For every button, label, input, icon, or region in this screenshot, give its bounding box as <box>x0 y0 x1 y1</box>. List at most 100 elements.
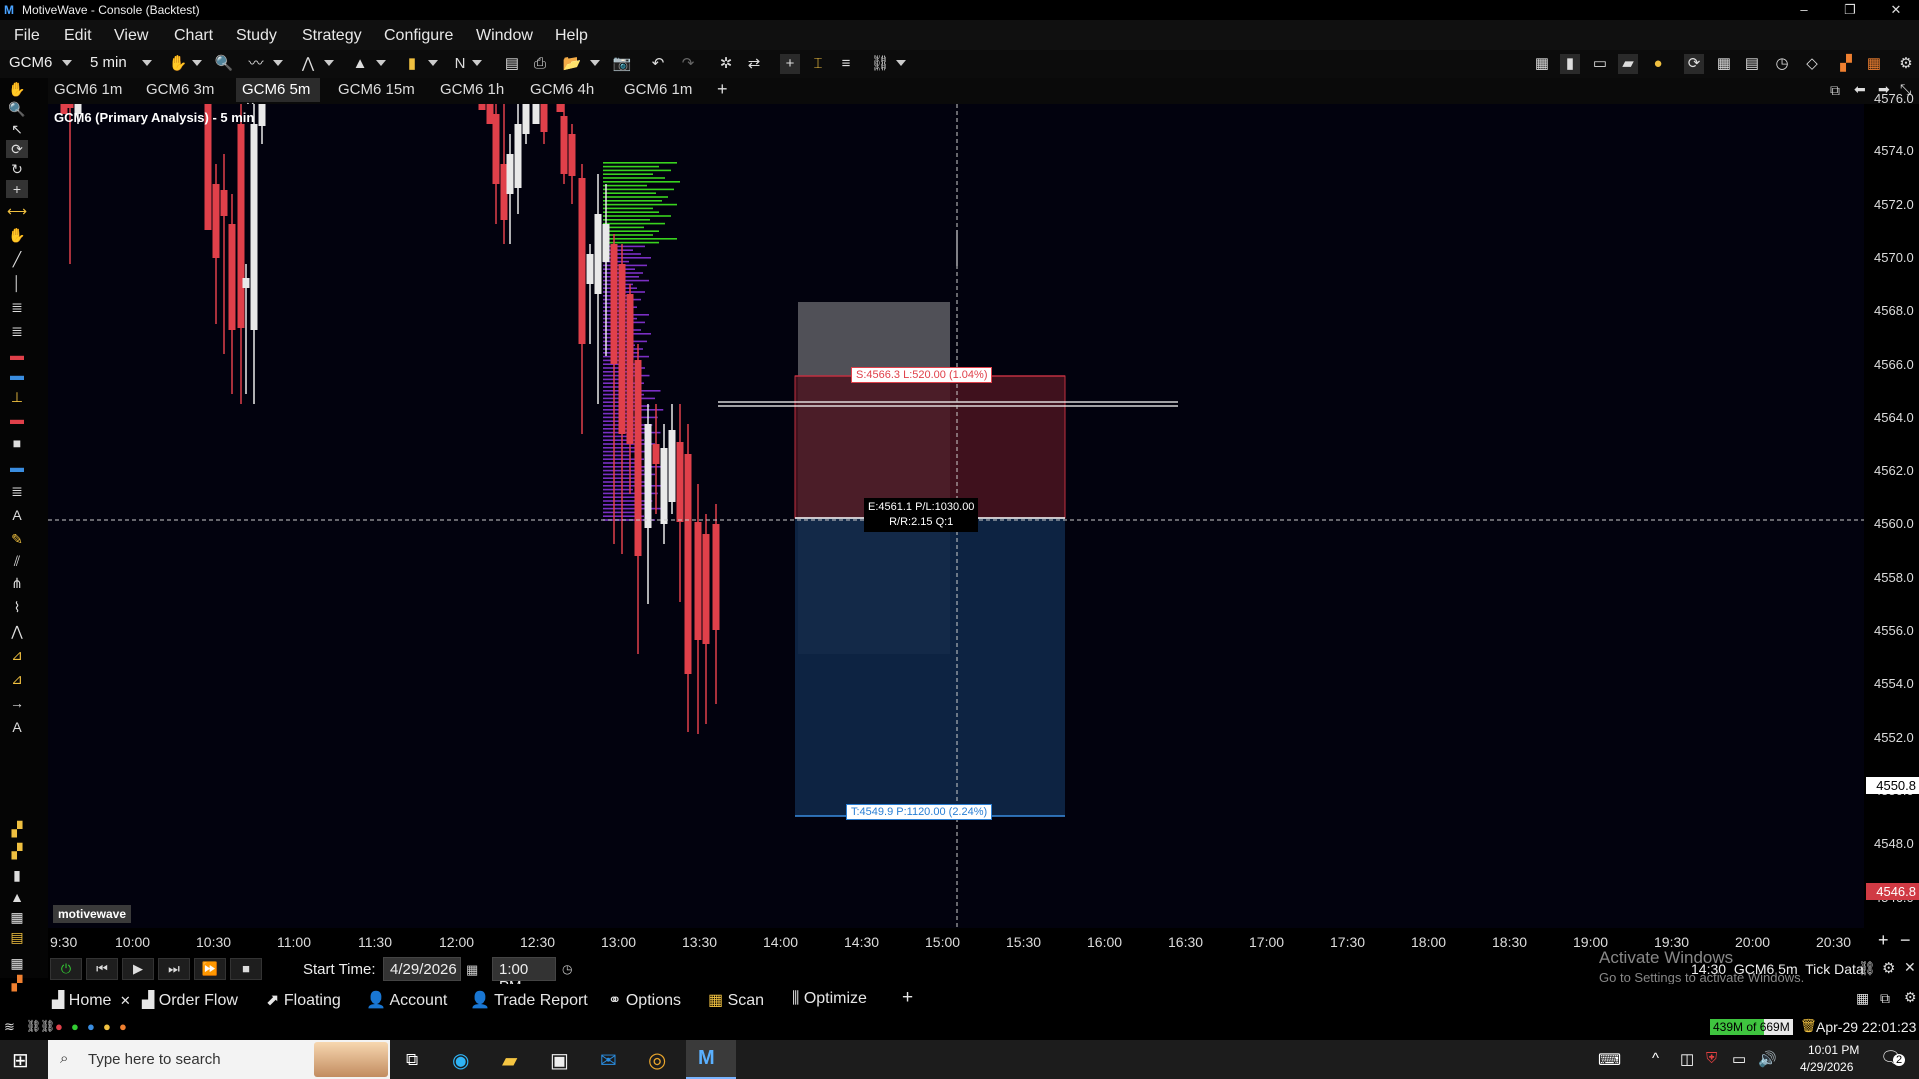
measure-tool-icon[interactable]: ⟷ <box>6 202 28 220</box>
tab-floating[interactable]: ⬈ Floating <box>266 990 341 1010</box>
area-chart-icon[interactable]: ▲ <box>350 54 370 74</box>
n-pattern-icon[interactable]: N <box>450 54 470 74</box>
tab-gcm6-5m[interactable]: GCM6 5m × <box>236 78 320 115</box>
table-icon[interactable]: ▦ <box>1714 54 1734 74</box>
print-icon[interactable]: ⎙ <box>530 54 550 74</box>
text-style-icon[interactable]: A <box>6 718 28 736</box>
study-a-icon[interactable]: ▞ <box>6 820 28 838</box>
stop-button[interactable]: ■ <box>230 958 262 980</box>
eraser-icon[interactable]: ◇ <box>1802 54 1822 74</box>
nav-back-icon[interactable]: ⬅ <box>1854 81 1866 98</box>
volume-icon[interactable]: 🔊 <box>1758 1050 1777 1068</box>
clock-icon[interactable]: ◷ <box>1772 54 1792 74</box>
chevron-down-icon[interactable] <box>472 60 482 66</box>
vertical-line-icon[interactable]: │ <box>6 274 28 292</box>
link-icon[interactable]: ⛓ <box>870 54 890 74</box>
menu-study[interactable]: Study <box>236 27 277 45</box>
chevron-down-icon[interactable] <box>428 60 438 66</box>
chevron-down-icon[interactable] <box>142 60 152 66</box>
rewind-button[interactable]: ⏮ <box>86 958 118 980</box>
network-icon[interactable]: ▭ <box>1732 1050 1746 1068</box>
measure-icon[interactable]: ⌶ <box>808 54 828 74</box>
tab-order-flow[interactable]: ▟ Order Flow <box>142 990 238 1010</box>
layers-tool-icon[interactable]: ▞ <box>6 974 28 992</box>
chevron-down-icon[interactable] <box>62 60 72 66</box>
close-playback-icon[interactable]: ✕ <box>1904 959 1916 976</box>
menu-chart[interactable]: Chart <box>174 27 213 45</box>
tab-gcm6-1h[interactable]: GCM6 1h <box>434 78 510 102</box>
link-status-icon[interactable]: ⛓ <box>1858 960 1876 977</box>
workspace-settings-icon[interactable]: ⚙ <box>1904 989 1917 1006</box>
entry-label[interactable]: E:4561.1 P/L:1030.00 R/R:2.15 Q:1 <box>864 498 979 532</box>
copy-layout-icon[interactable]: ⧉ <box>1880 990 1890 1007</box>
windows-start-icon[interactable]: ⊞ <box>12 1048 29 1073</box>
volume-bars-icon[interactable]: ▮ <box>1560 54 1580 74</box>
file-explorer-icon[interactable]: ▰ <box>502 1048 517 1073</box>
tray-chevron-icon[interactable]: ^ <box>1652 1050 1659 1067</box>
price-axis[interactable]: 4576.0 4574.0 4572.0 4570.0 4568.0 4566.0 4564… <box>1864 91 1919 928</box>
chevron-down-icon[interactable] <box>324 60 334 66</box>
chrome-icon[interactable]: ◎ <box>648 1048 666 1073</box>
chevron-down-icon[interactable] <box>376 60 386 66</box>
text-lines-icon[interactable]: ≣ <box>6 482 28 500</box>
tab-gcm6-1m[interactable]: GCM6 1m <box>48 78 128 102</box>
hand-icon[interactable]: ✋ <box>168 54 188 74</box>
hand-drop-icon[interactable]: ✋ <box>6 226 28 244</box>
start-time-field[interactable]: 1:00 PM <box>492 957 556 995</box>
blue-rect-icon[interactable]: ▬ <box>6 458 28 476</box>
zoom-in-icon[interactable]: + <box>1878 930 1889 951</box>
zoom-tool-icon[interactable]: 🔍 <box>6 100 28 118</box>
chevron-down-icon[interactable] <box>192 60 202 66</box>
menu-view[interactable]: View <box>114 27 148 45</box>
open-folder-icon[interactable]: 📂 <box>562 54 582 74</box>
price-chart[interactable]: GCM6 (Primary Analysis) - 5 min motivewa… <box>48 104 1864 928</box>
study-b-icon[interactable]: ▞ <box>6 842 28 860</box>
ticker-icon[interactable]: ▦ <box>1532 54 1552 74</box>
pencil-icon[interactable]: ✎ <box>6 530 28 548</box>
edge-browser-icon[interactable]: ◉ <box>452 1048 469 1073</box>
play-button[interactable]: ▶ <box>122 958 154 980</box>
time-axis[interactable]: 9:30 10:00 10:30 11:00 11:30 12:00 12:30 13:00 1… <box>48 928 1911 954</box>
tab-account[interactable]: 👤 Account <box>366 990 447 1010</box>
fast-forward-button[interactable]: ⏩ <box>194 958 226 980</box>
calendar-picker-icon[interactable]: ▦ <box>466 962 478 978</box>
start-date-field[interactable]: 4/29/2026 <box>383 957 461 981</box>
detach-icon[interactable]: ⧉ <box>1830 82 1840 99</box>
chevron-down-icon[interactable] <box>896 60 906 66</box>
playback-settings-icon[interactable]: ⚙ <box>1882 959 1895 977</box>
histogram-icon[interactable]: ▮ <box>6 866 28 884</box>
tab-options[interactable]: ⚭ Options <box>608 990 681 1010</box>
layout-table-icon[interactable]: ▦ <box>1856 990 1869 1007</box>
text-tool-icon[interactable]: A <box>6 506 28 524</box>
tab-gcm6-4h[interactable]: GCM6 4h <box>524 78 600 102</box>
redo-icon[interactable]: ↷ <box>678 54 698 74</box>
taskbar-clock-time[interactable]: 10:01 PM <box>1808 1043 1859 1057</box>
wave-icon[interactable]: ⋀ <box>298 54 318 74</box>
minimize-button[interactable]: – <box>1781 0 1827 20</box>
settings-gear-icon[interactable]: ⚙ <box>1896 54 1916 74</box>
zoom-out-axis-icon[interactable]: − <box>1900 930 1911 951</box>
power-button[interactable]: ⏻ <box>50 958 82 980</box>
tray-app-icon[interactable]: ◫ <box>1680 1050 1694 1068</box>
calendar-icon[interactable]: ▦ <box>6 954 28 972</box>
time-picker-icon[interactable]: ◷ <box>562 962 572 976</box>
gann-icon[interactable]: ⊿ <box>6 646 28 664</box>
menu-window[interactable]: Window <box>476 27 533 45</box>
chart-grid-icon[interactable]: ▦ <box>1864 54 1884 74</box>
menu-file[interactable]: File <box>14 27 40 45</box>
price-level-icon[interactable]: ⊥ <box>6 388 28 406</box>
sync-icon[interactable]: ⇄ <box>744 54 764 74</box>
crosshair-tool-icon[interactable]: + <box>6 180 28 198</box>
task-view-icon[interactable]: ⧉ <box>406 1050 418 1070</box>
mail-icon[interactable]: ✉ <box>600 1048 617 1073</box>
interval-selector[interactable]: 5 min <box>90 54 127 71</box>
layers-icon[interactable]: ▰ <box>1618 54 1638 74</box>
fib-levels-icon[interactable]: ≣ <box>6 298 28 316</box>
wave-tool-icon[interactable]: ⋀ <box>6 622 28 640</box>
grid-icon[interactable]: ▦ <box>6 908 28 926</box>
stop-label[interactable]: S:4566.3 L:520.00 (1.04%) <box>851 367 993 383</box>
taskbar-clock-date[interactable]: 4/29/2026 <box>1800 1060 1853 1074</box>
add-bottom-tab-button[interactable]: + <box>902 987 913 1009</box>
taskbar-search-box[interactable]: ⌕ Type here to search <box>48 1040 390 1079</box>
fib-extension-icon[interactable]: ≣ <box>6 322 28 340</box>
